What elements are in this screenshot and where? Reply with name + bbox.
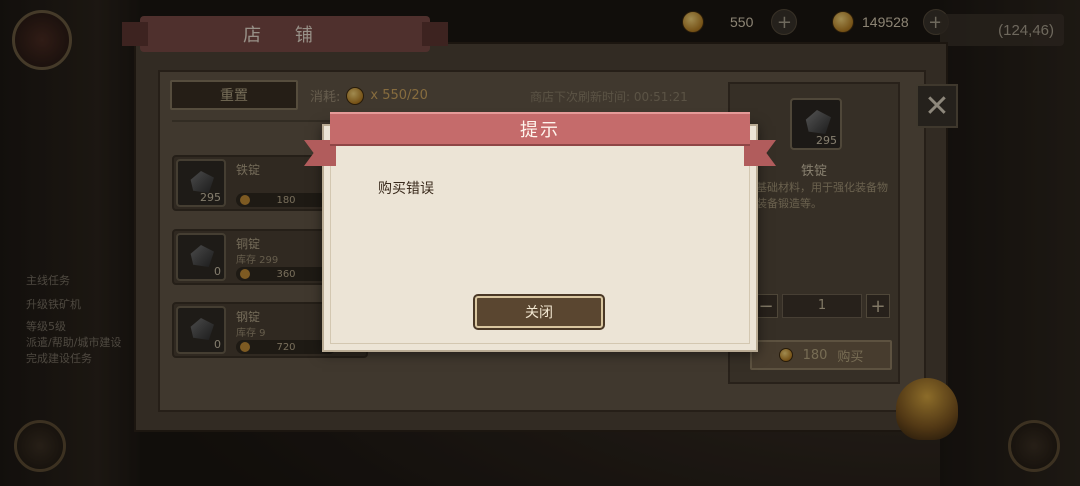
dialog-close-button[interactable]: 关闭 [473,294,605,330]
dialog-title-ribbon: 提示 [330,112,750,146]
dialog-message: 购买错误 [378,181,434,197]
dialog-title: 提示 [520,120,560,141]
